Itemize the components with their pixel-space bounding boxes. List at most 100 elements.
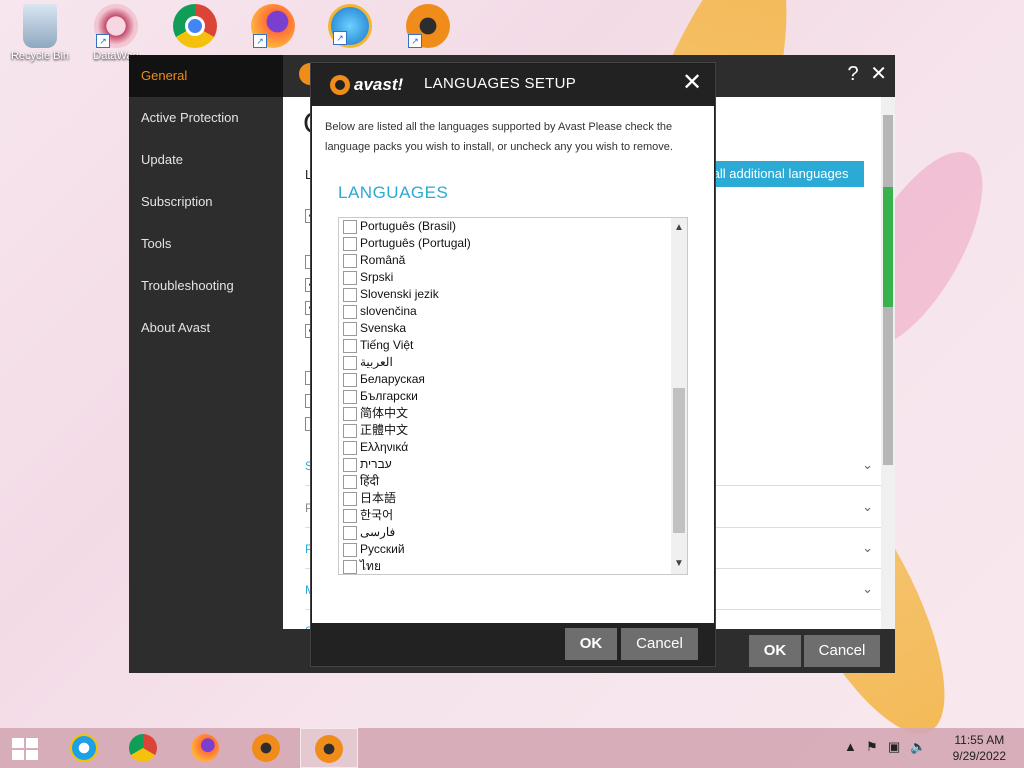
scrollbar-thumb[interactable] — [673, 388, 685, 533]
avast-brand-text: avast! — [354, 75, 404, 94]
language-checkbox[interactable] — [343, 526, 357, 540]
desktop-icon-globe[interactable]: ↗ — [312, 4, 388, 50]
settings-ok-button[interactable]: OK — [749, 635, 801, 667]
language-item[interactable]: ไทย — [339, 558, 671, 574]
show-hidden-icons-icon[interactable]: ▲ — [844, 739, 857, 754]
language-item[interactable]: हिंदी — [339, 473, 671, 490]
language-checkbox[interactable] — [343, 441, 357, 455]
sidebar-item-active-protection[interactable]: Active Protection — [129, 97, 283, 139]
scroll-down-icon[interactable]: ▼ — [671, 556, 687, 572]
languages-scrollbar[interactable]: ▲ ▼ — [671, 218, 687, 574]
language-checkbox[interactable] — [343, 288, 357, 302]
taskbar-avast-active[interactable] — [300, 728, 358, 768]
chevron-down-icon: ⌄ — [862, 581, 873, 596]
language-item[interactable]: Slovenski jezik — [339, 286, 671, 303]
language-item[interactable]: Русский — [339, 541, 671, 558]
language-item[interactable]: Беларуская — [339, 371, 671, 388]
avast-icon — [315, 735, 343, 763]
sidebar-item-troubleshooting[interactable]: Troubleshooting — [129, 265, 283, 307]
language-item[interactable]: Tiếng Việt — [339, 337, 671, 354]
language-label: עברית — [360, 457, 392, 471]
taskbar: ▲ ⚑ ▣ 🔈 11:55 AM 9/29/2022 — [0, 728, 1024, 768]
language-label: Tiếng Việt — [360, 338, 414, 352]
language-item[interactable]: Português (Brasil) — [339, 218, 671, 235]
language-item[interactable]: فارسی — [339, 524, 671, 541]
action-center-flag-icon[interactable]: ⚑ — [866, 739, 878, 755]
chevron-down-icon: ⌄ — [862, 457, 873, 472]
help-button[interactable]: ? — [848, 63, 859, 85]
taskbar-firefox[interactable] — [177, 728, 233, 768]
dialog-cancel-button[interactable]: Cancel — [621, 628, 698, 660]
language-checkbox[interactable] — [343, 220, 357, 234]
language-label: 正體中文 — [360, 423, 409, 437]
language-item[interactable]: Português (Portugal) — [339, 235, 671, 252]
settings-scrollbar[interactable] — [881, 97, 895, 629]
language-item[interactable]: 한국어 — [339, 507, 671, 524]
sidebar-item-update[interactable]: Update — [129, 139, 283, 181]
language-checkbox[interactable] — [343, 492, 357, 506]
sidebar-item-general[interactable]: General — [129, 55, 283, 97]
language-checkbox[interactable] — [343, 373, 357, 387]
datawag-icon: ↗ — [94, 4, 138, 48]
dialog-ok-button[interactable]: OK — [565, 628, 617, 660]
language-label: Български — [360, 389, 418, 403]
sidebar-item-tools[interactable]: Tools — [129, 223, 283, 265]
volume-muted-icon[interactable]: 🔈 — [910, 739, 926, 755]
desktop-icon-avast[interactable]: ↗ — [390, 4, 466, 50]
languages-list: Português (Brasil) Português (Portugal) Ro… — [338, 217, 688, 575]
language-checkbox[interactable] — [343, 560, 357, 574]
language-item[interactable]: 日本語 — [339, 490, 671, 507]
language-item[interactable]: العربية — [339, 354, 671, 371]
settings-cancel-button[interactable]: Cancel — [804, 635, 880, 667]
language-checkbox[interactable] — [343, 509, 357, 523]
taskbar-internet-explorer[interactable] — [56, 728, 112, 768]
install-additional-languages-button[interactable]: tall additional languages — [703, 161, 864, 187]
language-item[interactable]: Български — [339, 388, 671, 405]
language-item[interactable]: Ελληνικά — [339, 439, 671, 456]
clock[interactable]: 11:55 AM 9/29/2022 — [953, 732, 1006, 764]
language-checkbox[interactable] — [343, 305, 357, 319]
language-checkbox[interactable] — [343, 237, 357, 251]
language-label: Ελληνικά — [360, 440, 409, 454]
language-checkbox[interactable] — [343, 271, 357, 285]
language-item[interactable]: Română — [339, 252, 671, 269]
language-checkbox[interactable] — [343, 458, 357, 472]
firefox-icon: ↗ — [251, 4, 295, 48]
language-item[interactable]: Srpski — [339, 269, 671, 286]
taskbar-avast[interactable] — [238, 728, 294, 768]
close-button[interactable]: ✕ — [870, 63, 887, 85]
language-checkbox[interactable] — [343, 339, 357, 353]
language-checkbox[interactable] — [343, 322, 357, 336]
dialog-titlebar: avast! LANGUAGES SETUP ✕ — [312, 64, 714, 106]
start-button[interactable] — [0, 728, 56, 768]
internet-explorer-icon — [70, 734, 98, 762]
desktop-icon-chrome[interactable] — [157, 4, 233, 50]
language-checkbox[interactable] — [343, 356, 357, 370]
desktop-icon-firefox[interactable]: ↗ — [235, 4, 311, 50]
network-icon[interactable]: ▣ — [888, 739, 900, 755]
globe-icon: ↗ — [328, 4, 372, 48]
close-icon[interactable]: ✕ — [678, 68, 706, 97]
language-checkbox[interactable] — [343, 543, 357, 557]
language-checkbox[interactable] — [343, 424, 357, 438]
language-checkbox[interactable] — [343, 407, 357, 421]
language-item[interactable]: 正體中文 — [339, 422, 671, 439]
system-tray: ▲ ⚑ ▣ 🔈 11:55 AM 9/29/2022 — [844, 728, 1024, 768]
language-checkbox[interactable] — [343, 390, 357, 404]
chrome-icon — [173, 4, 217, 48]
language-item[interactable]: Svenska — [339, 320, 671, 337]
language-item[interactable]: slovenčina — [339, 303, 671, 320]
language-checkbox[interactable] — [343, 475, 357, 489]
language-item[interactable]: עברית — [339, 456, 671, 473]
language-label: 한국어 — [360, 508, 394, 522]
desktop-icon-datawag[interactable]: ↗ DataWag — [78, 4, 154, 62]
sidebar-item-subscription[interactable]: Subscription — [129, 181, 283, 223]
scroll-up-icon[interactable]: ▲ — [671, 220, 687, 236]
language-item[interactable]: 简体中文 — [339, 405, 671, 422]
languages-setup-dialog: avast! LANGUAGES SETUP ✕ Below are liste… — [311, 63, 715, 666]
taskbar-chrome[interactable] — [115, 728, 171, 768]
desktop-icon-recycle-bin[interactable]: Recycle Bin — [2, 4, 78, 62]
language-checkbox[interactable] — [343, 254, 357, 268]
settings-sidebar: General Active Protection Update Subscri… — [129, 55, 283, 673]
sidebar-item-about-avast[interactable]: About Avast — [129, 307, 283, 349]
